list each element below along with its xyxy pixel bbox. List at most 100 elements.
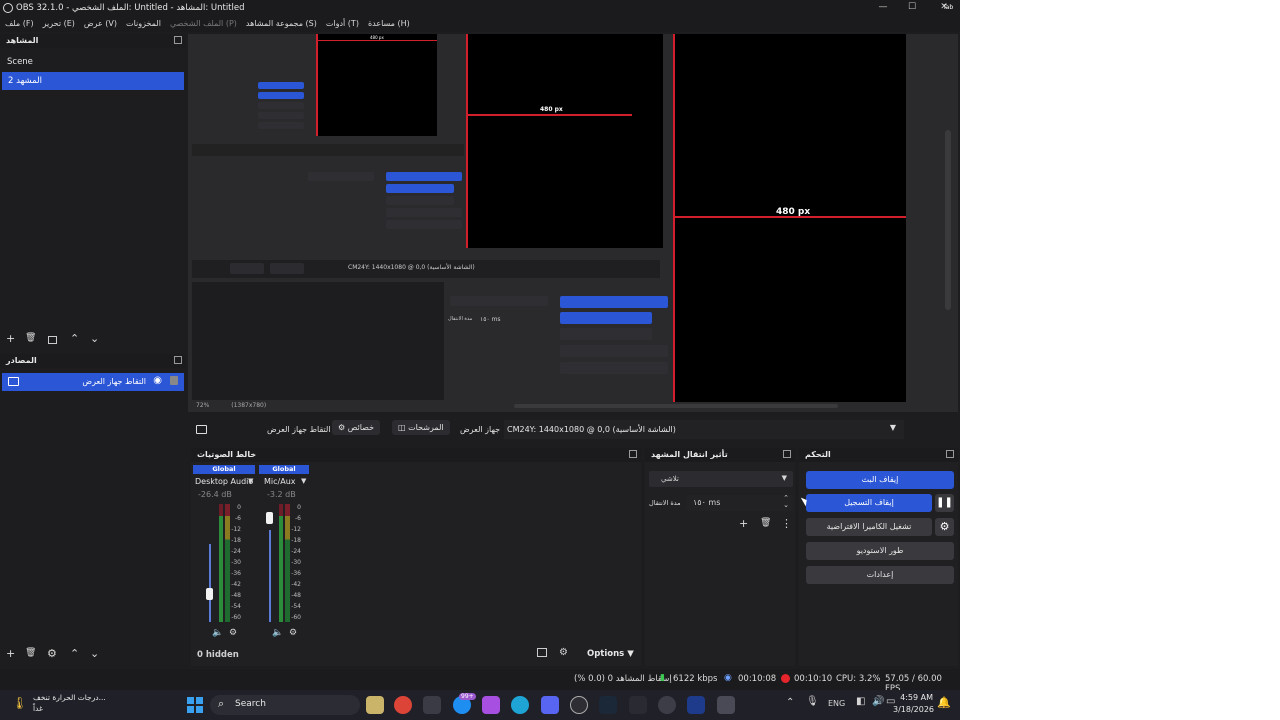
- virtual-camera-gear-icon[interactable]: ⚙: [935, 518, 954, 536]
- properties-button[interactable]: ⚙ خصائص: [332, 420, 381, 435]
- transition-select[interactable]: تلاشي ▼: [649, 471, 793, 487]
- preview-black-area: [674, 34, 906, 402]
- dock-float-icon[interactable]: [783, 450, 791, 458]
- volume-fader-knob[interactable]: [266, 512, 273, 525]
- duration-spinbox[interactable]: ١٥٠ ms ⌃ ⌄: [687, 494, 793, 511]
- notifications-bell-icon[interactable]: 🔔: [937, 696, 951, 709]
- transitions-title: تأثير انتقال المشهد: [651, 450, 728, 459]
- volume-fader-track[interactable]: [269, 530, 271, 622]
- minimize-button[interactable]: —: [876, 2, 890, 14]
- studio-mode-button[interactable]: طور الاستوديو: [806, 542, 954, 560]
- cpu-usage: CPU: 3.2%: [836, 674, 881, 684]
- mixer-layout-icon[interactable]: [537, 648, 547, 657]
- channel-name[interactable]: Desktop Audio: [195, 477, 253, 486]
- speaker-icon[interactable]: 🔈: [272, 628, 283, 638]
- weather-line1[interactable]: درجات الحرارة تنخف...: [33, 693, 106, 702]
- scene-item[interactable]: Scene: [7, 57, 33, 67]
- mixer-advanced-gear-icon[interactable]: ⚙: [559, 647, 568, 658]
- menu-view[interactable]: عرض (V): [84, 19, 117, 28]
- menu-scene-collection[interactable]: مجموعة المشاهد (S): [246, 19, 317, 28]
- preview-canvas[interactable]: 480 px 480 px 480 px CM24Y: 1440x1080 @ …: [188, 34, 958, 412]
- chevron-down-icon[interactable]: ▼: [248, 477, 253, 485]
- weather-thermometer-icon[interactable]: 🌡: [12, 696, 27, 710]
- app-icon[interactable]: [629, 696, 647, 714]
- dock-float-icon[interactable]: [174, 36, 182, 44]
- remove-transition-icon[interactable]: 🗑: [760, 518, 771, 528]
- preview-scrollbar[interactable]: [945, 130, 951, 310]
- lock-icon[interactable]: [170, 376, 178, 385]
- dock-float-icon[interactable]: [174, 356, 182, 364]
- chrome-icon[interactable]: [394, 696, 412, 714]
- clock-date[interactable]: 3/18/2026: [893, 705, 934, 714]
- app-icon[interactable]: [482, 696, 500, 714]
- virtual-camera-button[interactable]: تشغيل الكاميرا الافتراضية: [806, 518, 932, 536]
- file-explorer-icon[interactable]: [366, 696, 384, 714]
- menu-profile[interactable]: الملف الشخصي (P): [170, 19, 237, 28]
- app-icon[interactable]: [687, 696, 705, 714]
- db-scale-tick: -18: [231, 537, 241, 544]
- scene-item-selected[interactable]: المشهد 2: [2, 72, 184, 90]
- dock-float-icon[interactable]: [629, 450, 637, 458]
- add-scene-icon[interactable]: +: [6, 332, 15, 345]
- network-icon[interactable]: ◧: [856, 696, 865, 707]
- remove-source-icon[interactable]: 🗑: [25, 648, 36, 658]
- nested-duration: مدة الانتقال: [448, 316, 473, 322]
- language-indicator[interactable]: ENG: [828, 699, 845, 708]
- move-down-icon[interactable]: ⌄: [90, 647, 99, 660]
- red-guide-line: [466, 34, 468, 248]
- scene-filters-icon[interactable]: [48, 336, 57, 344]
- channel-gear-icon[interactable]: ⚙: [229, 628, 237, 638]
- settings-button[interactable]: إعدادات: [806, 566, 954, 584]
- preview-h-scrollbar[interactable]: [514, 404, 838, 408]
- recording-time: 00:10:10: [794, 674, 833, 684]
- tray-chevron-up-icon[interactable]: ⌃: [786, 697, 794, 708]
- move-up-icon[interactable]: ⌃: [70, 332, 79, 345]
- store-icon[interactable]: [423, 696, 441, 714]
- menu-file[interactable]: ملف (F): [5, 19, 34, 28]
- windows-start-icon[interactable]: [187, 697, 203, 713]
- options-button[interactable]: Options ▼: [587, 649, 634, 659]
- menu-docks[interactable]: المخزونات: [126, 19, 161, 28]
- menu-edit[interactable]: تحرير (E): [43, 19, 75, 28]
- add-transition-icon[interactable]: +: [739, 517, 748, 530]
- microphone-icon[interactable]: 🎙: [806, 696, 819, 707]
- edge-icon[interactable]: [511, 696, 529, 714]
- visibility-eye-icon[interactable]: ◉: [153, 375, 162, 386]
- red-guide-line: [316, 34, 318, 136]
- db-scale-tick: -18: [291, 537, 301, 544]
- move-down-icon[interactable]: ⌄: [90, 332, 99, 345]
- db-scale-tick: -36: [231, 570, 241, 577]
- taskbar-search-box[interactable]: ⌕ Search: [210, 695, 360, 715]
- stop-recording-button[interactable]: إيقاف التسجيل: [806, 494, 932, 512]
- source-item[interactable]: التقاط جهاز العرض ◉: [2, 373, 184, 391]
- remove-scene-icon[interactable]: 🗑: [25, 333, 36, 343]
- volume-fader-track[interactable]: [209, 544, 211, 622]
- maximize-button[interactable]: ☐: [905, 2, 919, 14]
- menu-tools[interactable]: أدوات (T): [326, 19, 359, 28]
- volume-icon[interactable]: 🔊: [872, 696, 884, 707]
- settings-app-icon[interactable]: [717, 696, 735, 714]
- steam-icon[interactable]: [599, 696, 617, 714]
- nested-button: [386, 220, 462, 229]
- obs-taskbar-icon[interactable]: [570, 696, 588, 714]
- speaker-icon[interactable]: 🔈: [212, 628, 223, 638]
- filters-button[interactable]: ◫ المرشحات: [392, 420, 450, 435]
- channel-gear-icon[interactable]: ⚙: [289, 628, 297, 638]
- source-properties-gear-icon[interactable]: ⚙: [47, 647, 57, 660]
- spin-down-icon[interactable]: ⌄: [783, 501, 789, 509]
- more-options-icon[interactable]: ⋮: [781, 517, 792, 530]
- volume-fader-knob[interactable]: [206, 588, 213, 600]
- app-icon[interactable]: [658, 696, 676, 714]
- clock-time[interactable]: 4:59 AM: [900, 693, 933, 702]
- dock-float-icon[interactable]: [946, 450, 954, 458]
- add-source-icon[interactable]: +: [6, 647, 15, 660]
- chevron-down-icon[interactable]: ▼: [301, 477, 306, 485]
- display-select[interactable]: CM24Y: 1440x1080 @ 0,0 (الشاشة الأساسية)…: [504, 420, 904, 439]
- pause-recording-icon[interactable]: ❚❚: [935, 494, 954, 512]
- move-up-icon[interactable]: ⌃: [70, 647, 79, 660]
- stop-streaming-button[interactable]: إيقاف البث: [806, 471, 954, 489]
- channel-name[interactable]: Mic/Aux: [264, 477, 296, 486]
- menu-help[interactable]: مساعدة (H): [368, 19, 410, 28]
- discord-icon[interactable]: [541, 696, 559, 714]
- weather-line2[interactable]: غداً: [33, 704, 43, 713]
